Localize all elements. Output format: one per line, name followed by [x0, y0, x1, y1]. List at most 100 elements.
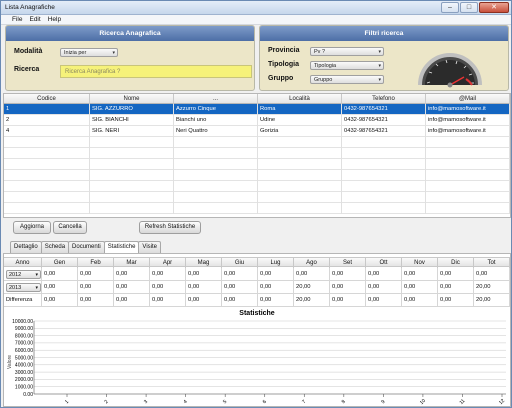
stats-cell[interactable]: 0,00: [114, 268, 150, 281]
cell-mail: info@mamosoftware.it: [426, 126, 510, 137]
cell-phone: [342, 148, 426, 159]
stats-cell[interactable]: 0,00: [222, 281, 258, 294]
stats-cell[interactable]: 0,00: [114, 281, 150, 294]
table-row[interactable]: 1 SIG. AZZURRO Azzurro Cinque Roma 0432-9876…: [4, 104, 510, 115]
stats-cell[interactable]: 0,00: [366, 281, 402, 294]
stats-cell[interactable]: 0,00: [78, 294, 114, 307]
stats-cell[interactable]: 0,00: [366, 294, 402, 307]
stats-cell[interactable]: 0,00: [330, 281, 366, 294]
stats-cell[interactable]: 0,00: [438, 268, 474, 281]
stats-cell[interactable]: 0,00: [42, 294, 78, 307]
stats-cell[interactable]: 0,00: [474, 268, 510, 281]
cell-mail: [426, 137, 510, 148]
y-tick-label: 1000.00: [15, 385, 33, 391]
stats-cell[interactable]: 0,00: [330, 268, 366, 281]
column-header[interactable]: Località: [258, 94, 342, 104]
cell-mail: [426, 170, 510, 181]
table-row[interactable]: [4, 181, 510, 192]
table-row[interactable]: 2 SIG. BIANCHI Bianchi uno Udine 0432-987654…: [4, 115, 510, 126]
cell-name: SIG. NERI: [90, 126, 174, 137]
cell-code: 2: [4, 115, 90, 126]
stats-cell[interactable]: 0,00: [78, 268, 114, 281]
search-input[interactable]: Ricerca Anagrafica ?: [60, 65, 252, 78]
search-label: Ricerca: [14, 66, 40, 73]
cell-mail: [426, 203, 510, 214]
column-header[interactable]: Codice: [4, 94, 90, 104]
stats-cell[interactable]: 0,00: [42, 268, 78, 281]
stats-cell[interactable]: 0,00: [294, 268, 330, 281]
table-row[interactable]: [4, 192, 510, 203]
stats-cell[interactable]: 20,00: [474, 294, 510, 307]
type-select[interactable]: Tipologia ▾: [310, 61, 384, 70]
tab-scheda[interactable]: Scheda: [40, 241, 70, 253]
tab-visite[interactable]: Visite: [138, 241, 161, 253]
stats-cell[interactable]: 0,00: [150, 294, 186, 307]
stats-cell[interactable]: 0,00: [78, 281, 114, 294]
stats-cell[interactable]: 0,00: [42, 281, 78, 294]
table-row[interactable]: [4, 137, 510, 148]
results-table: Codice Nome ... Località Telefono @Mail …: [3, 93, 511, 218]
column-header[interactable]: ...: [174, 94, 258, 104]
stats-cell[interactable]: 0,00: [366, 268, 402, 281]
stats-cell[interactable]: 0,00: [258, 268, 294, 281]
refresh-stats-button[interactable]: Refresh Statistiche: [139, 221, 201, 234]
cell-city: [258, 203, 342, 214]
stats-cell[interactable]: 0,00: [222, 294, 258, 307]
menu-help[interactable]: Help: [48, 15, 61, 24]
table-row[interactable]: [4, 170, 510, 181]
cell-mail: [426, 159, 510, 170]
stats-cell[interactable]: 20,00: [474, 281, 510, 294]
table-row[interactable]: [4, 159, 510, 170]
y-tick-label: 0.00: [23, 392, 33, 398]
tab-bar: Dettaglio Scheda Documenti Statistiche V…: [10, 241, 161, 254]
stats-cell[interactable]: 0,00: [402, 281, 438, 294]
menu-file[interactable]: File: [12, 15, 22, 24]
stats-cell[interactable]: 20,00: [294, 294, 330, 307]
stats-cell[interactable]: 0,00: [330, 294, 366, 307]
close-button[interactable]: ✕: [479, 2, 509, 13]
tab-documenti[interactable]: Documenti: [68, 241, 105, 253]
y-tick-label: 4000.00: [15, 363, 33, 369]
table-row[interactable]: [4, 148, 510, 159]
year-select[interactable]: 2013 ▾: [4, 281, 42, 294]
stats-cell[interactable]: 20,00: [294, 281, 330, 294]
stats-table-header: Anno Gen Feb Mar Apr Mag Giu Lug Ago Set Ott Nov Dic…: [4, 257, 510, 268]
year-select[interactable]: 2012 ▾: [4, 268, 42, 281]
year-select-box[interactable]: 2012 ▾: [6, 270, 41, 279]
stats-cell[interactable]: 0,00: [186, 281, 222, 294]
cell-code: [4, 137, 90, 148]
column-header[interactable]: @Mail: [426, 94, 510, 104]
cancel-button[interactable]: Cancella: [53, 221, 87, 234]
year-select-box[interactable]: 2013 ▾: [6, 283, 41, 292]
menu-edit[interactable]: Edit: [29, 15, 40, 24]
stats-cell[interactable]: 0,00: [258, 294, 294, 307]
stats-cell[interactable]: 0,00: [222, 268, 258, 281]
province-label: Provincia: [268, 47, 300, 54]
column-header[interactable]: Telefono: [342, 94, 426, 104]
province-select[interactable]: Pv ? ▾: [310, 47, 384, 56]
stats-cell[interactable]: 0,00: [438, 294, 474, 307]
mode-select[interactable]: Inizia per ▾: [60, 48, 118, 57]
update-button[interactable]: Aggiorna: [13, 221, 51, 234]
table-row[interactable]: [4, 203, 510, 214]
tab-dettaglio[interactable]: Dettaglio: [10, 241, 42, 253]
stats-column-header: Nov: [402, 258, 438, 268]
stats-cell[interactable]: 0,00: [402, 268, 438, 281]
maximize-button[interactable]: □: [460, 2, 478, 13]
stats-cell[interactable]: 0,00: [402, 294, 438, 307]
stats-cell[interactable]: 0,00: [186, 268, 222, 281]
stats-cell[interactable]: 0,00: [258, 281, 294, 294]
column-header[interactable]: Nome: [90, 94, 174, 104]
cell-mail: [426, 181, 510, 192]
stats-cell[interactable]: 0,00: [114, 294, 150, 307]
stats-cell[interactable]: 0,00: [150, 268, 186, 281]
type-select-value: Tipologia: [314, 63, 337, 69]
minimize-button[interactable]: –: [441, 2, 459, 13]
group-select[interactable]: Gruppo ▾: [310, 75, 384, 84]
stats-cell[interactable]: 0,00: [150, 281, 186, 294]
table-row[interactable]: 4 SIG. NERI Neri Quattro Gorizia 0432-987654…: [4, 126, 510, 137]
cell-code: [4, 148, 90, 159]
cell-code: [4, 203, 90, 214]
stats-cell[interactable]: 0,00: [438, 281, 474, 294]
stats-cell[interactable]: 0,00: [186, 294, 222, 307]
